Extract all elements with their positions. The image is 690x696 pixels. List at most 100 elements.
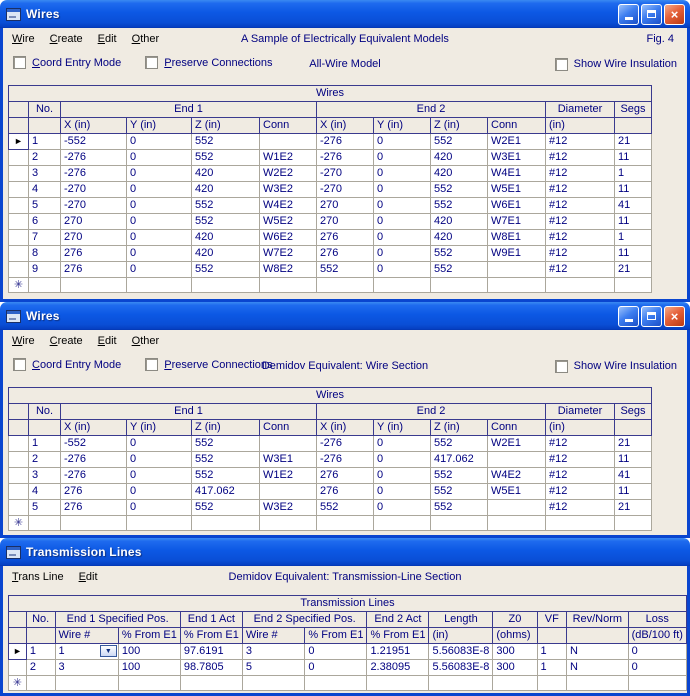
table-cell[interactable]: 270 xyxy=(61,230,127,246)
table-cell[interactable]: 11 xyxy=(615,150,652,166)
table-cell[interactable] xyxy=(374,516,431,531)
table-cell[interactable]: 0 xyxy=(374,230,431,246)
table-cell[interactable]: W7E1 xyxy=(488,214,546,230)
table-cell[interactable]: W8E2 xyxy=(260,262,317,278)
row-selector[interactable] xyxy=(9,468,29,484)
table-cell[interactable] xyxy=(260,134,317,150)
table-cell[interactable]: W3E2 xyxy=(260,500,317,516)
titlebar[interactable]: Wires × xyxy=(0,302,690,330)
current-row-selector[interactable]: ► xyxy=(9,644,27,660)
table-cell[interactable]: 276 xyxy=(61,484,127,500)
table-cell[interactable]: 0 xyxy=(127,134,192,150)
titlebar[interactable]: Wires × xyxy=(0,0,690,28)
table-cell[interactable]: 11 xyxy=(615,214,652,230)
checkbox-icon[interactable] xyxy=(555,360,568,373)
table-cell[interactable] xyxy=(317,516,374,531)
table-cell[interactable]: W8E1 xyxy=(488,230,546,246)
row-selector[interactable] xyxy=(9,214,29,230)
table-cell[interactable]: 9 xyxy=(29,262,61,278)
table-cell[interactable]: 0 xyxy=(127,166,192,182)
table-cell[interactable]: 11 xyxy=(615,246,652,262)
table-cell[interactable]: 8 xyxy=(29,246,61,262)
table-cell[interactable]: -270 xyxy=(317,182,374,198)
table-cell[interactable]: 276 xyxy=(61,262,127,278)
minimize-button[interactable] xyxy=(618,4,639,25)
table-cell[interactable]: W2E2 xyxy=(260,166,317,182)
new-row-selector[interactable]: ✳ xyxy=(9,676,27,691)
table-cell[interactable]: 0 xyxy=(127,230,192,246)
table-cell[interactable]: W5E2 xyxy=(260,214,317,230)
table-cell[interactable]: 1 xyxy=(29,134,61,150)
row-selector[interactable] xyxy=(9,452,29,468)
table-cell[interactable]: 98.7805 xyxy=(180,660,242,676)
table-cell[interactable] xyxy=(127,278,192,293)
table-cell[interactable]: #12 xyxy=(546,166,615,182)
table-cell[interactable]: 3 xyxy=(29,468,61,484)
table-cell[interactable]: 0 xyxy=(374,262,431,278)
menu-edit[interactable]: Edit xyxy=(79,571,98,583)
menu-trans-line[interactable]: Trans Line xyxy=(12,571,64,583)
table-cell[interactable]: 1 xyxy=(615,166,652,182)
table-cell[interactable]: 0 xyxy=(374,468,431,484)
table-cell[interactable]: -276 xyxy=(317,150,374,166)
table-cell[interactable]: 276 xyxy=(317,468,374,484)
checkbox-icon[interactable] xyxy=(145,56,158,69)
table-cell[interactable] xyxy=(546,278,615,293)
table-cell[interactable] xyxy=(260,436,317,452)
table-cell[interactable]: -276 xyxy=(317,134,374,150)
table-cell[interactable]: #12 xyxy=(546,198,615,214)
checkbox-coord-entry-mode[interactable]: Coord Entry Mode xyxy=(13,358,121,371)
table-cell[interactable]: 21 xyxy=(615,134,652,150)
table-cell[interactable]: 552 xyxy=(192,262,260,278)
table-cell[interactable] xyxy=(242,676,305,691)
table-cell[interactable]: #12 xyxy=(546,468,615,484)
table-cell[interactable] xyxy=(537,676,567,691)
table-cell[interactable]: 1 xyxy=(537,660,567,676)
table-cell[interactable]: 0 xyxy=(127,150,192,166)
table-cell[interactable]: 0 xyxy=(374,246,431,262)
table-cell[interactable]: #12 xyxy=(546,262,615,278)
table-cell[interactable]: 552 xyxy=(431,436,488,452)
table-cell[interactable]: -276 xyxy=(317,436,374,452)
table-cell[interactable]: 0 xyxy=(374,452,431,468)
table-cell[interactable] xyxy=(29,516,61,531)
table-cell[interactable]: 300 xyxy=(493,644,537,660)
table-cell[interactable]: 552 xyxy=(431,484,488,500)
table-cell[interactable]: #12 xyxy=(546,182,615,198)
table-cell[interactable]: 0 xyxy=(305,660,367,676)
table-cell[interactable]: 5 xyxy=(29,500,61,516)
table-cell[interactable]: 276 xyxy=(317,230,374,246)
table-cell[interactable] xyxy=(628,676,686,691)
table-cell[interactable]: 3 xyxy=(29,166,61,182)
table-cell[interactable]: 276 xyxy=(61,246,127,262)
table-cell[interactable]: 2.38095 xyxy=(367,660,429,676)
table-cell[interactable]: 270 xyxy=(61,214,127,230)
row-selector[interactable] xyxy=(9,198,29,214)
table-cell[interactable]: 552 xyxy=(431,468,488,484)
menu-edit[interactable]: Edit xyxy=(98,33,117,45)
table-cell[interactable]: #12 xyxy=(546,484,615,500)
table-cell[interactable]: 276 xyxy=(61,500,127,516)
table-cell[interactable] xyxy=(55,676,118,691)
table-cell[interactable] xyxy=(431,516,488,531)
table-cell[interactable]: #12 xyxy=(546,230,615,246)
table-cell[interactable]: 552 xyxy=(192,500,260,516)
table-cell[interactable] xyxy=(29,278,61,293)
table-cell[interactable] xyxy=(180,676,242,691)
table-cell[interactable]: 2 xyxy=(29,452,61,468)
table-cell[interactable] xyxy=(127,516,192,531)
table-cell[interactable]: 420 xyxy=(431,166,488,182)
table-cell[interactable]: W4E2 xyxy=(488,468,546,484)
table-cell[interactable]: W5E1 xyxy=(488,182,546,198)
table-cell[interactable]: 420 xyxy=(192,182,260,198)
table-cell[interactable] xyxy=(567,676,629,691)
table-cell[interactable]: 21 xyxy=(615,500,652,516)
table-cell[interactable]: 5.56083E-8 xyxy=(429,644,493,660)
table-cell[interactable] xyxy=(431,278,488,293)
table-cell[interactable]: 417.062 xyxy=(192,484,260,500)
table-cell[interactable]: #12 xyxy=(546,246,615,262)
table-cell[interactable]: 0 xyxy=(127,198,192,214)
table-cell[interactable]: W5E1 xyxy=(488,484,546,500)
table-cell[interactable]: 1.21951 xyxy=(367,644,429,660)
table-cell[interactable]: 5 xyxy=(29,198,61,214)
